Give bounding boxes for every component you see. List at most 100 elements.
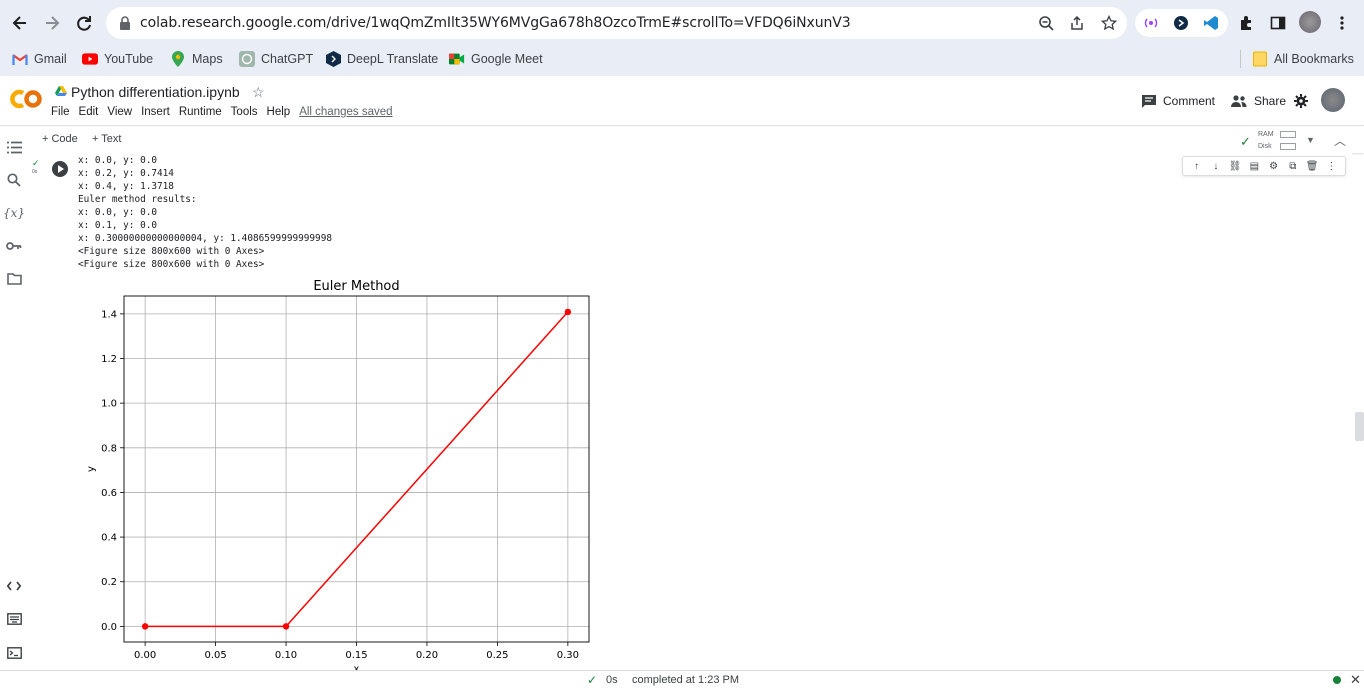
address-bar[interactable]: colab.research.google.com/drive/1wqQmZmI…	[106, 7, 1127, 39]
completed-check-icon: ✓	[587, 673, 598, 687]
browser-toolbar: colab.research.google.com/drive/1wqQmZmI…	[0, 5, 1364, 41]
output-line: x: 0.30000000000000004, y: 1.40865999999…	[78, 233, 332, 244]
folder-icon[interactable]	[5, 270, 23, 288]
bookmark-maps[interactable]: Maps	[170, 49, 223, 69]
user-avatar[interactable]	[1321, 88, 1345, 112]
output-line: x: 0.0, y: 0.0	[78, 207, 158, 218]
menu-bar: File Edit View Insert Runtime Tools Help…	[51, 106, 402, 118]
bookmark-chatgpt[interactable]: ChatGPT	[239, 49, 313, 69]
deepl-icon	[325, 51, 341, 67]
cell-actions-toolbar: ↑ ↓ ⛓ ▤ ⚙ ⧉ 🗑 ⋮	[1182, 156, 1346, 176]
colab-logo[interactable]	[9, 88, 43, 116]
y-tick-label: 0.0	[101, 622, 117, 633]
terminal-icon[interactable]	[5, 644, 23, 662]
y-axis-label: y	[86, 466, 97, 472]
code-snippets-icon[interactable]	[5, 577, 23, 595]
chrome-menu-icon[interactable]	[1332, 13, 1352, 33]
notebook-area: ✓ 0s x: 0.0, y: 0.0 x: 0.2, y: 0.7414 x: 0…	[27, 153, 1352, 670]
status-duration: 0s	[606, 674, 618, 686]
menu-edit[interactable]: Edit	[79, 106, 99, 118]
colab-header: Python differentiation.ipynb ☆ File Edit…	[0, 76, 1364, 126]
chevron-down-icon[interactable]: ▼	[1306, 135, 1315, 145]
delete-icon[interactable]: 🗑	[1305, 161, 1319, 172]
scrollbar-thumb[interactable]	[1355, 412, 1364, 441]
add-text-button[interactable]: + Text	[92, 133, 121, 145]
reload-button[interactable]	[69, 8, 99, 38]
notebook-title[interactable]: Python differentiation.ipynb	[71, 84, 240, 100]
close-icon[interactable]: ✕	[1350, 672, 1361, 688]
back-button[interactable]	[5, 8, 35, 38]
executed-check-icon: ✓	[32, 158, 40, 168]
chart-title: Euler Method	[313, 279, 399, 294]
data-point	[141, 623, 149, 630]
cell-settings-icon[interactable]: ⚙	[1267, 161, 1281, 172]
x-tick-label: 0.25	[486, 650, 508, 661]
bookmark-google-meet[interactable]: Google Meet	[449, 49, 543, 69]
menu-file[interactable]: File	[51, 106, 70, 118]
menu-help[interactable]: Help	[267, 106, 291, 118]
comment-icon	[1142, 94, 1156, 108]
search-icon[interactable]	[5, 171, 23, 189]
bookmark-deepl[interactable]: DeepL Translate	[325, 49, 438, 69]
youtube-icon	[82, 51, 98, 67]
resources-indicator[interactable]: ✓ RAM Disk ▼	[1240, 129, 1320, 153]
x-tick-label: 0.30	[557, 650, 579, 661]
left-sidebar: {x}	[0, 127, 27, 671]
mirror-cell-icon[interactable]: ⧉	[1286, 161, 1300, 172]
google-drive-icon	[55, 86, 67, 96]
share-page-icon[interactable]	[1067, 13, 1087, 33]
comment-cell-icon[interactable]: ▤	[1247, 161, 1261, 172]
y-tick-label: 1.0	[101, 399, 117, 410]
output-line: x: 0.2, y: 0.7414	[78, 168, 174, 179]
output-line: x: 0.0, y: 0.0	[78, 155, 158, 166]
menu-runtime[interactable]: Runtime	[179, 106, 222, 118]
chevron-up-icon[interactable]: ︿	[1334, 132, 1346, 149]
ram-bar	[1280, 131, 1296, 138]
y-tick-label: 0.2	[101, 577, 117, 588]
add-code-button[interactable]: + Code	[42, 133, 78, 145]
more-options-icon[interactable]: ⋮	[1324, 161, 1338, 172]
menu-view[interactable]: View	[107, 106, 132, 118]
deepl-extension-icon[interactable]	[1171, 13, 1191, 33]
status-message[interactable]: completed at 1:23 PM	[632, 674, 739, 686]
url-text: colab.research.google.com/drive/1wqQmZmI…	[140, 15, 851, 31]
forward-button[interactable]	[37, 8, 67, 38]
comment-button[interactable]: Comment	[1142, 94, 1215, 108]
bookmark-star-icon[interactable]	[1099, 13, 1119, 33]
menu-tools[interactable]: Tools	[231, 106, 258, 118]
y-tick-label: 1.2	[101, 354, 117, 365]
extensions-puzzle-icon[interactable]	[1236, 13, 1256, 33]
share-button[interactable]: Share	[1231, 94, 1286, 108]
all-bookmarks-button[interactable]: All Bookmarks	[1252, 49, 1354, 69]
gear-icon[interactable]	[1294, 94, 1308, 108]
profile-avatar[interactable]	[1299, 11, 1321, 33]
broadcast-extension-icon[interactable]	[1141, 13, 1161, 33]
zoom-icon[interactable]	[1036, 13, 1056, 33]
table-of-contents-icon[interactable]	[5, 138, 23, 156]
save-status[interactable]: All changes saved	[299, 106, 392, 118]
euler-method-chart: Euler Method 0.00 0.05 0.10 0.15 0.20 0.25 0.30…	[86, 279, 590, 670]
connected-check-icon: ✓	[1240, 134, 1251, 149]
x-tick-label: 0.15	[345, 650, 367, 661]
chatgpt-icon	[239, 51, 255, 67]
back-arrow-icon	[12, 16, 26, 30]
bookmarks-bar: Gmail YouTube Maps ChatGPT DeepL Transla…	[0, 46, 1364, 70]
data-point	[282, 623, 290, 630]
bookmark-gmail[interactable]: Gmail	[12, 49, 67, 69]
bookmark-youtube[interactable]: YouTube	[82, 49, 153, 69]
menu-insert[interactable]: Insert	[141, 106, 170, 118]
key-icon[interactable]	[5, 237, 23, 255]
disk-bar	[1280, 143, 1296, 150]
command-palette-icon[interactable]	[5, 610, 23, 628]
maps-icon	[170, 51, 186, 67]
variables-icon[interactable]: {x}	[3, 204, 25, 222]
vscode-extension-icon[interactable]	[1201, 13, 1221, 33]
move-down-icon[interactable]: ↓	[1209, 161, 1223, 172]
link-icon[interactable]: ⛓	[1228, 161, 1242, 172]
run-cell-button[interactable]	[52, 161, 68, 177]
star-icon[interactable]: ☆	[252, 84, 265, 101]
output-line: x: 0.4, y: 1.3718	[78, 181, 174, 192]
move-up-icon[interactable]: ↑	[1190, 161, 1204, 172]
output-line: <Figure size 800x600 with 0 Axes>	[78, 259, 265, 270]
side-panel-icon[interactable]	[1268, 13, 1288, 33]
